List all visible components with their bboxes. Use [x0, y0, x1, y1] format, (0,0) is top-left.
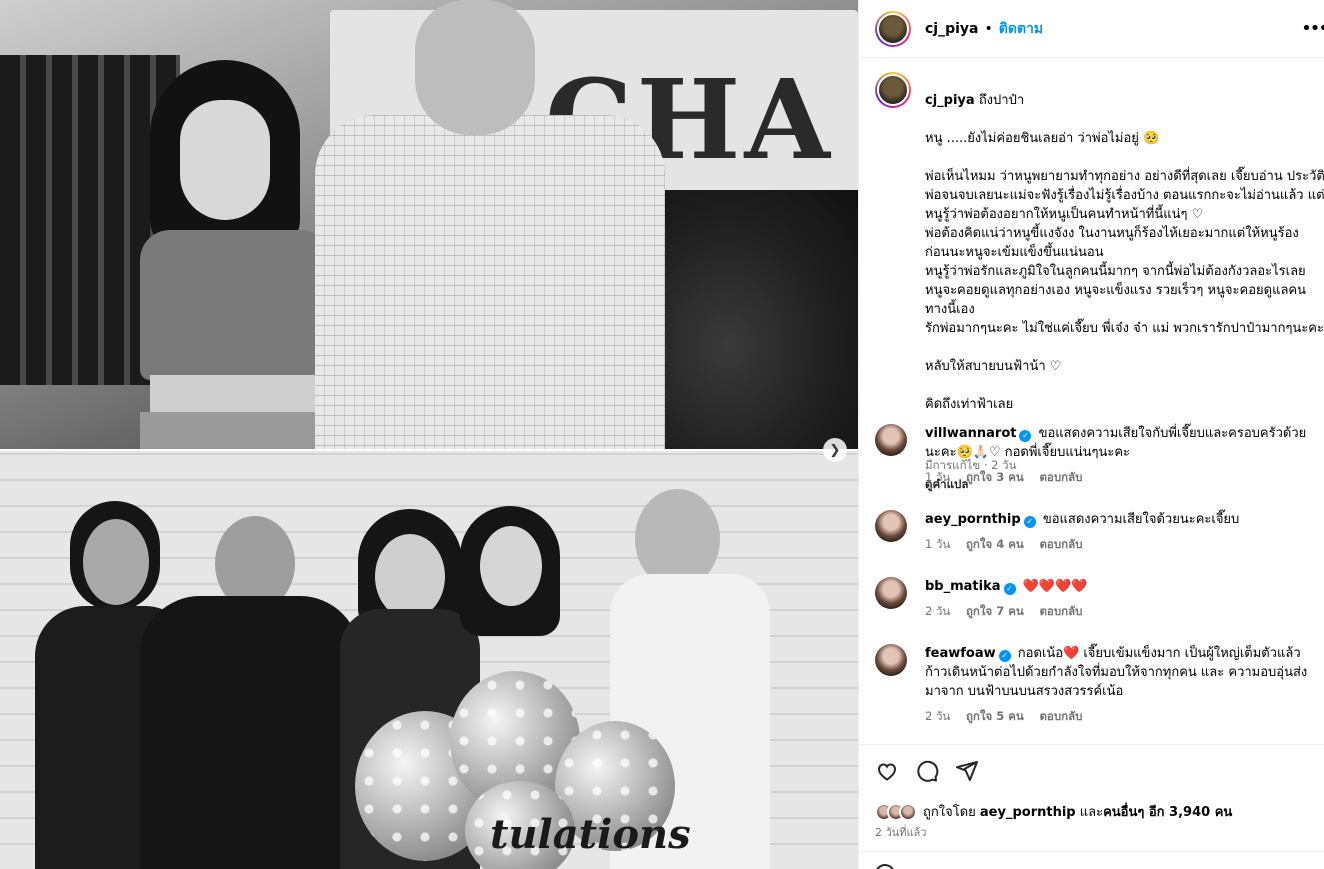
comment-avatar[interactable] — [875, 644, 907, 676]
follow-button[interactable]: ติดตาม — [999, 18, 1043, 40]
liker-avatar — [899, 802, 917, 821]
verified-badge-icon: ✓ — [1003, 583, 1016, 595]
header-separator: • — [984, 20, 993, 37]
photo-father-daughter: CHA — [0, 0, 858, 449]
comment-meta: 1 วัน ถูกใจ 4 คน ตอบกลับ — [925, 535, 1315, 554]
reply-button[interactable]: ตอบกลับ — [1039, 604, 1082, 618]
reply-button[interactable]: ตอบกลับ — [1039, 709, 1082, 723]
likes-summary[interactable]: ถูกใจโดย aey_pornthip และคนอื่นๆ อีก 3,9… — [875, 801, 1232, 822]
comment-likes[interactable]: ถูกใจ 7 คน — [966, 604, 1024, 618]
photo-father — [315, 0, 675, 449]
photo-family-graduation: tulations — [0, 451, 858, 869]
likes-prefix: ถูกใจโดย — [923, 805, 976, 820]
post-time-ago[interactable]: 2 วันที่แล้ว — [875, 823, 926, 841]
add-comment-bar[interactable] — [859, 851, 1324, 869]
comment-item: aey_pornthip ✓ ขอแสดงความเสียใจด้วยนะคะเจ… — [875, 510, 1324, 554]
comment-item: feawfoaw ✓ กอดเน้อ❤️ เจี๊ยบเข้มแข็งมาก เป… — [875, 644, 1324, 726]
comment-time[interactable]: 2 วัน — [925, 709, 950, 723]
comment-likes[interactable]: ถูกใจ 4 คน — [966, 537, 1024, 551]
verified-badge-icon: ✓ — [1023, 516, 1036, 528]
heart-icon[interactable] — [875, 759, 899, 783]
comment-avatar[interactable] — [875, 510, 907, 542]
comment-username[interactable]: feawfoaw — [925, 646, 996, 661]
verified-badge-icon: ✓ — [1019, 430, 1032, 442]
comment-meta: 2 วัน ถูกใจ 5 คน ตอบกลับ — [925, 707, 1315, 726]
caption-username[interactable]: cj_piya — [925, 93, 975, 108]
caption-title: ถึงปาป๋า — [978, 93, 1025, 108]
share-icon[interactable] — [955, 759, 979, 783]
comment-item: bb_matika ✓ ❤️❤️❤️❤️ 2 วัน ถูกใจ 7 คน ตอบ… — [875, 577, 1324, 621]
comment-icon[interactable] — [915, 759, 939, 783]
more-icon[interactable]: ••• — [1301, 18, 1324, 39]
comment-body: bb_matika ✓ ❤️❤️❤️❤️ 2 วัน ถูกใจ 7 คน ตอบ… — [925, 577, 1315, 621]
comment-avatar[interactable] — [875, 577, 907, 609]
comments-scroll-area[interactable]: cj_piya ถึงปาป๋า หนู .....ยังไม่ค่อยชินเ… — [859, 58, 1324, 744]
comment-avatar[interactable] — [875, 424, 907, 456]
post-actions: ถูกใจโดย aey_pornthip และคนอื่นๆ อีก 3,9… — [859, 744, 1324, 869]
comment-time[interactable]: 1 วัน — [925, 470, 950, 484]
comment-likes[interactable]: ถูกใจ 5 คน — [966, 709, 1024, 723]
comment-time[interactable]: 2 วัน — [925, 604, 950, 618]
caption-author-avatar[interactable] — [875, 72, 911, 108]
comment-body: feawfoaw ✓ กอดเน้อ❤️ เจี๊ยบเข้มแข็งมาก เป… — [925, 644, 1315, 726]
likes-others[interactable]: คนอื่นๆ อีก 3,940 คน — [1103, 805, 1232, 820]
post-media[interactable]: CHA tulations ❯ — [0, 0, 858, 869]
comment-text: ขอแสดงความเสียใจด้วยนะคะเจี๊ยบ — [1042, 512, 1240, 527]
comment-username[interactable]: villwannarot — [925, 426, 1016, 441]
comment-text: ❤️❤️❤️❤️ — [1022, 579, 1088, 594]
action-icons — [875, 759, 979, 783]
author-username[interactable]: cj_piya — [925, 21, 979, 37]
comment-likes[interactable]: ถูกใจ 3 คน — [966, 470, 1024, 484]
photo-girl — [110, 60, 340, 449]
chevron-right-icon: ❯ — [829, 442, 841, 458]
next-photo-button[interactable]: ❯ — [823, 438, 847, 462]
comment-body: villwannarot ✓ ขอแสดงความเสียใจกับพี่เจี๊… — [925, 424, 1315, 487]
likes-middle: และ — [1079, 805, 1104, 820]
post-side-panel: cj_piya • ติดตาม ••• cj_piya ถึงปาป๋า หน… — [858, 0, 1324, 869]
caption-body: หนู .....ยังไม่ค่อยชินเลยอ่า ว่าพ่อไม่อย… — [925, 131, 1324, 412]
post-header: cj_piya • ติดตาม ••• — [859, 0, 1324, 58]
likes-text: ถูกใจโดย aey_pornthip และคนอื่นๆ อีก 3,9… — [923, 801, 1232, 822]
likes-user[interactable]: aey_pornthip — [980, 805, 1076, 820]
comment-username[interactable]: aey_pornthip — [925, 512, 1021, 527]
photo-balloon-text: tulations — [490, 811, 691, 858]
author-avatar[interactable] — [875, 10, 911, 47]
reply-button[interactable]: ตอบกลับ — [1039, 537, 1082, 551]
reply-button[interactable]: ตอบกลับ — [1039, 470, 1082, 484]
comment-meta: 1 วัน ถูกใจ 3 คน ตอบกลับ — [925, 468, 1315, 487]
comment-item: villwannarot ✓ ขอแสดงความเสียใจกับพี่เจี๊… — [875, 424, 1324, 487]
comment-time[interactable]: 1 วัน — [925, 537, 950, 551]
emoji-icon[interactable] — [875, 864, 895, 869]
photo-person-brother — [140, 516, 360, 869]
comment-meta: 2 วัน ถูกใจ 7 คน ตอบกลับ — [925, 602, 1315, 621]
verified-badge-icon: ✓ — [998, 650, 1011, 662]
comment-body: aey_pornthip ✓ ขอแสดงความเสียใจด้วยนะคะเจ… — [925, 510, 1315, 554]
comment-username[interactable]: bb_matika — [925, 579, 1001, 594]
